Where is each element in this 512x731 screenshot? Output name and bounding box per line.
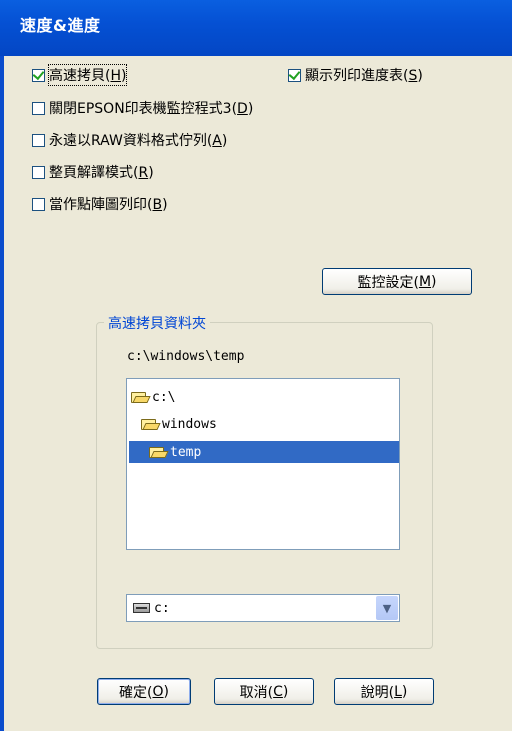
drive-select-value: c: — [154, 600, 170, 616]
checkbox-disable-status-monitor[interactable]: 關閉EPSON印表機監控程式3(D) — [32, 98, 253, 118]
checkbox-label: 當作點陣圖列印(B) — [49, 197, 168, 213]
checkbox-page-rendering-mode[interactable]: 整頁解譯模式(R) — [32, 162, 154, 182]
title-bar: 速度&進度 — [0, 0, 512, 56]
group-title: 高速拷貝資料夾 — [104, 313, 210, 333]
checkbox-print-as-bitmap[interactable]: 當作點陣圖列印(B) — [32, 194, 168, 214]
current-path-label: c:\windows\temp — [127, 349, 245, 364]
open-folder-icon — [149, 446, 169, 458]
window-frame-left — [0, 56, 4, 731]
checkbox-box[interactable] — [32, 133, 45, 147]
checkbox-box[interactable] — [288, 67, 301, 82]
drive-icon — [133, 603, 150, 613]
checkbox-box[interactable] — [32, 197, 45, 211]
checkbox-raw-spool[interactable]: 永遠以RAW資料格式佇列(A) — [32, 130, 227, 150]
cancel-button[interactable]: 取消(C) — [214, 678, 314, 705]
checkbox-show-progress[interactable]: 顯示列印進度表(S) — [288, 65, 423, 85]
checkbox-label: 整頁解譯模式(R) — [49, 165, 154, 181]
checkmark-icon — [288, 67, 301, 80]
tree-item-label: windows — [162, 416, 217, 432]
checkmark-icon — [32, 67, 45, 80]
folder-tree-list[interactable]: c:\ windows temp — [126, 378, 400, 550]
checkbox-label: 顯示列印進度表(S) — [305, 68, 423, 84]
open-folder-icon — [131, 391, 151, 403]
checkbox-label: 永遠以RAW資料格式佇列(A) — [49, 133, 228, 149]
open-folder-icon — [141, 418, 161, 430]
ok-button[interactable]: 確定(O) — [97, 678, 191, 705]
help-button[interactable]: 說明(L) — [334, 678, 434, 705]
checkbox-high-speed-copy[interactable]: 高速拷貝(H) — [32, 64, 128, 86]
chevron-down-icon[interactable]: ▼ — [376, 596, 398, 620]
tree-item-temp[interactable]: temp — [129, 441, 399, 463]
checkbox-label: 關閉EPSON印表機監控程式3(D) — [49, 101, 254, 117]
tree-item-windows[interactable]: windows — [141, 413, 397, 435]
tree-item-label: temp — [170, 444, 202, 460]
checkbox-box[interactable] — [32, 165, 45, 179]
checkbox-box[interactable] — [32, 67, 45, 82]
monitoring-settings-button[interactable]: 監控設定(M) — [322, 268, 472, 295]
window-title: 速度&進度 — [20, 16, 101, 35]
checkbox-box[interactable] — [32, 101, 45, 115]
tree-item-label: c:\ — [152, 389, 176, 405]
drive-select[interactable]: c: ▼ — [126, 594, 400, 622]
checkbox-label: 高速拷貝(H) — [47, 64, 128, 86]
tree-item-c-root[interactable]: c:\ — [131, 386, 397, 408]
